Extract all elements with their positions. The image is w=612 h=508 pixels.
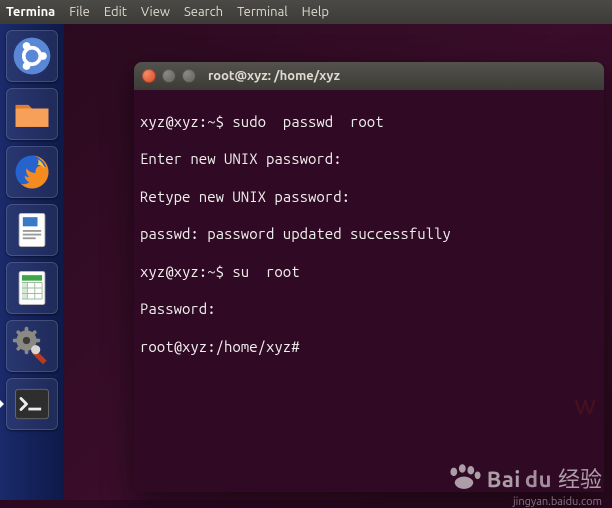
launcher-calc[interactable] <box>6 262 58 314</box>
menu-edit[interactable]: Edit <box>104 5 127 19</box>
window-titlebar[interactable]: root@xyz: /home/xyz <box>134 62 604 90</box>
window-title: root@xyz: /home/xyz <box>208 69 340 83</box>
document-writer-icon <box>10 208 54 252</box>
spreadsheet-icon <box>10 266 54 310</box>
terminal-line: Password: <box>140 300 598 319</box>
terminal-icon <box>10 382 54 426</box>
terminal-line: Retype new UNIX password: <box>140 188 598 207</box>
terminal-line: Enter new UNIX password: <box>140 150 598 169</box>
window-close-button[interactable] <box>142 69 156 83</box>
global-menubar: Termina File Edit View Search Terminal H… <box>0 0 612 24</box>
terminal-output[interactable]: xyz@xyz:~$ sudo passwd root Enter new UN… <box>134 90 604 492</box>
menu-help[interactable]: Help <box>302 5 329 19</box>
gear-wrench-icon <box>10 324 54 368</box>
menu-view[interactable]: View <box>141 5 170 19</box>
terminal-line: passwd: password updated successfully <box>140 225 598 244</box>
menu-terminal[interactable]: Terminal <box>237 5 288 19</box>
unity-launcher <box>0 24 64 500</box>
desktop: root@xyz: /home/xyz xyz@xyz:~$ sudo pass… <box>64 24 612 500</box>
terminal-line: xyz@xyz:~$ su root <box>140 263 598 282</box>
window-minimize-button[interactable] <box>162 69 176 83</box>
launcher-settings[interactable] <box>6 320 58 372</box>
launcher-dash[interactable] <box>6 30 58 82</box>
launcher-writer[interactable] <box>6 204 58 256</box>
menu-search[interactable]: Search <box>184 5 223 19</box>
terminal-window[interactable]: root@xyz: /home/xyz xyz@xyz:~$ sudo pass… <box>134 62 604 492</box>
menu-file[interactable]: File <box>69 5 90 19</box>
folder-icon <box>10 92 54 136</box>
launcher-files[interactable] <box>6 88 58 140</box>
launcher-firefox[interactable] <box>6 146 58 198</box>
watermark-sub: jingyan.baidu.com <box>513 496 602 508</box>
menubar-appname: Termina <box>6 5 55 19</box>
window-maximize-button[interactable] <box>182 69 196 83</box>
terminal-line: root@xyz:/home/xyz# <box>140 338 598 357</box>
launcher-terminal[interactable] <box>6 378 58 430</box>
firefox-icon <box>10 150 54 194</box>
terminal-line: xyz@xyz:~$ sudo passwd root <box>140 113 598 132</box>
ubuntu-logo-icon <box>10 34 54 78</box>
